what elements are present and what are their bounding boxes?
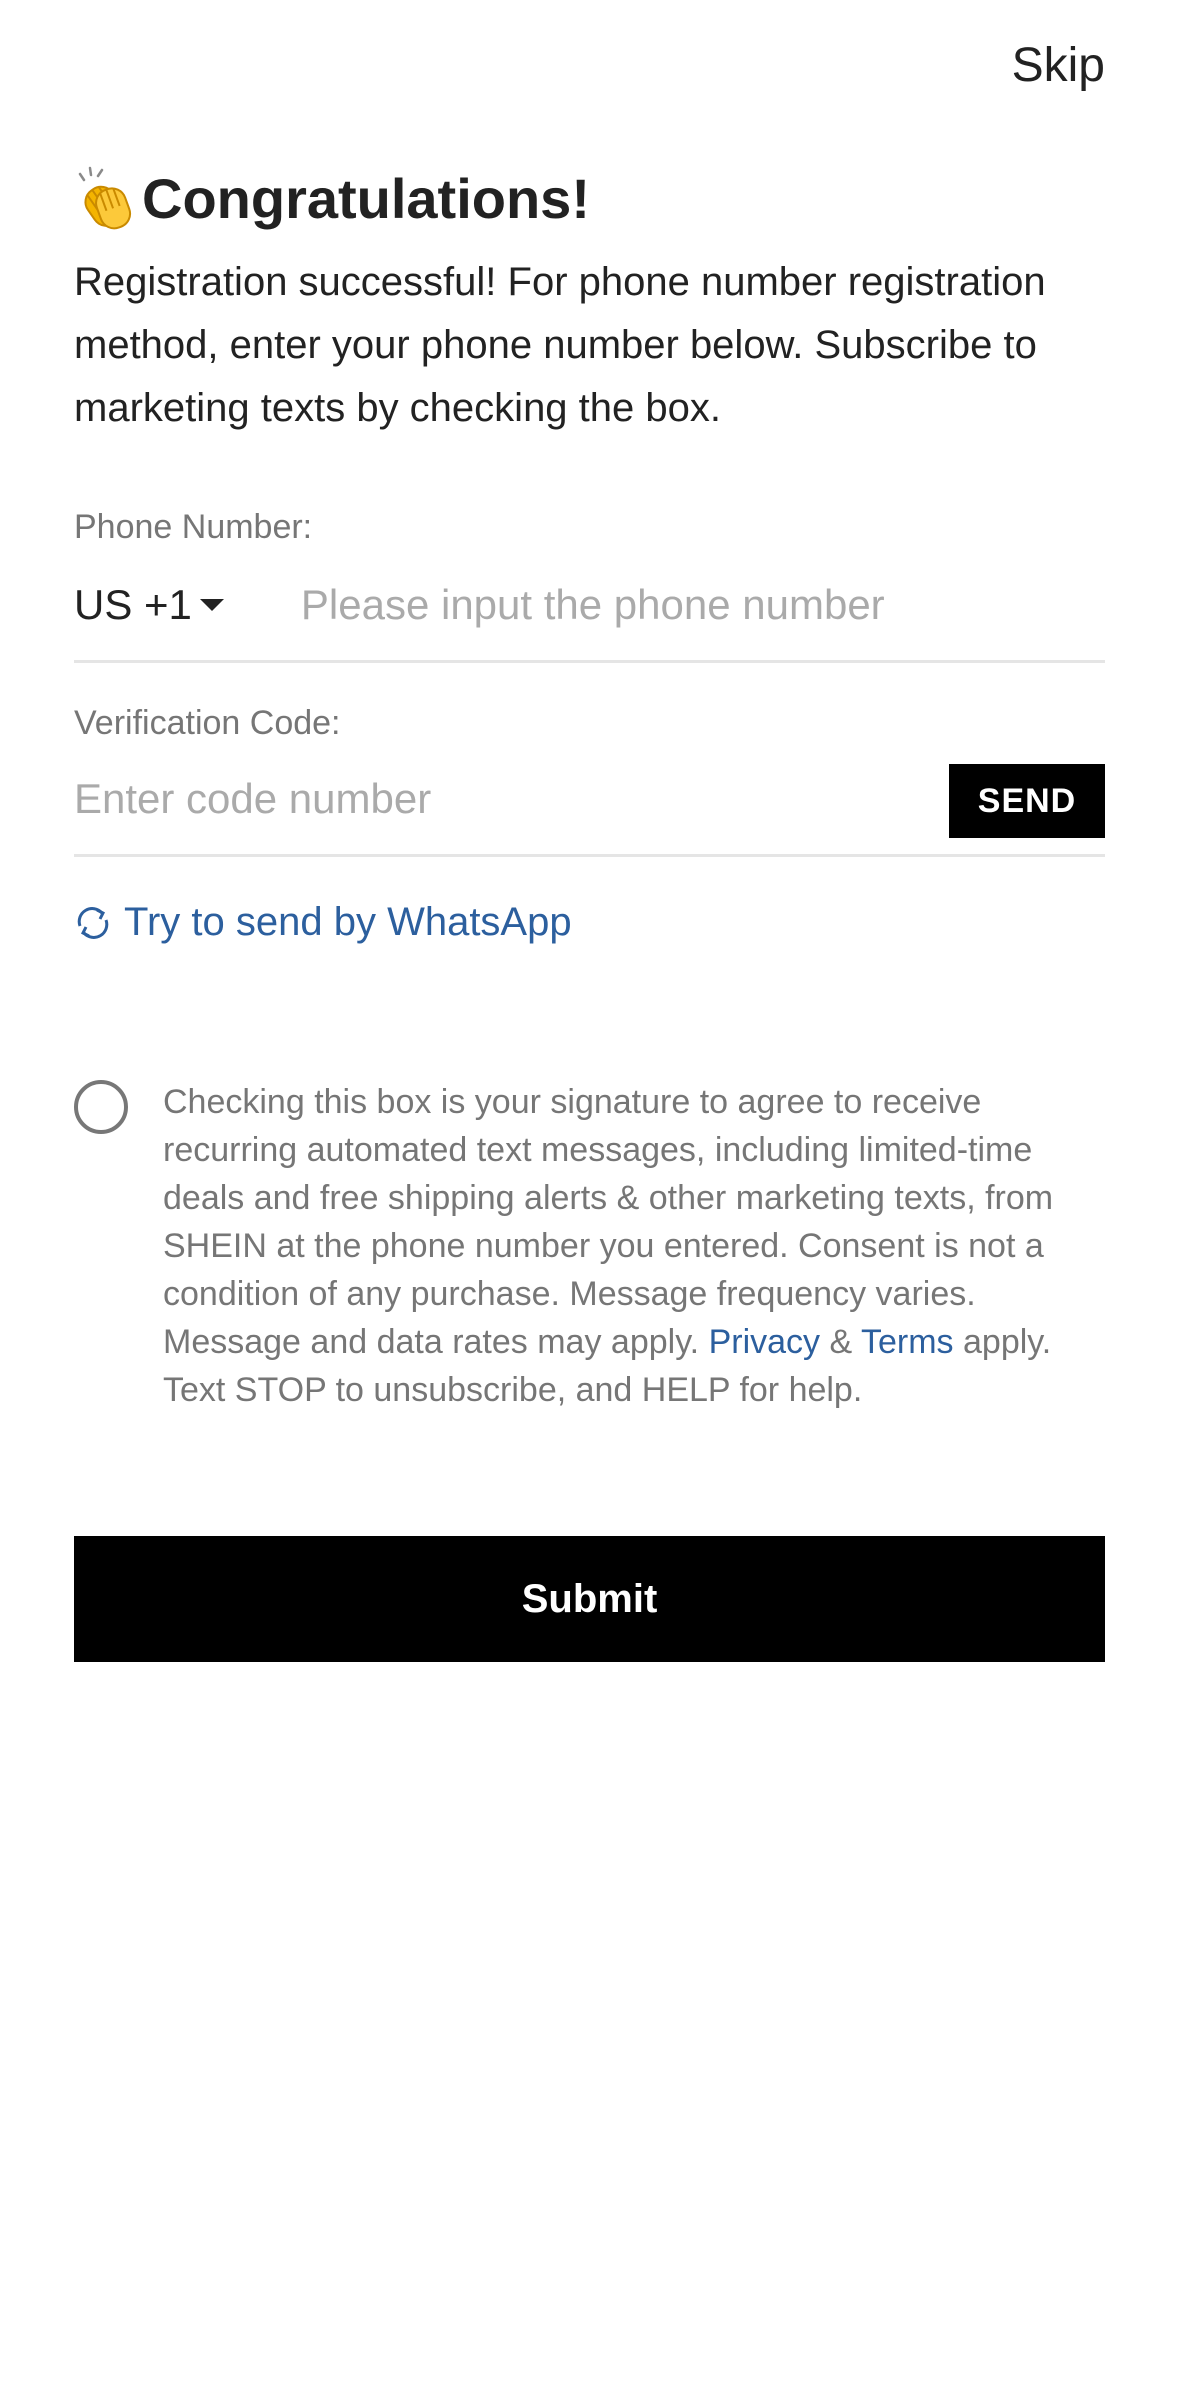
intro-text: Registration successful! For phone numbe…: [74, 260, 1046, 430]
whatsapp-link-label: Try to send by WhatsApp: [124, 900, 572, 944]
verification-code-row: SEND: [74, 764, 1105, 857]
page-title: Congratulations!: [142, 167, 590, 230]
country-code-dropdown[interactable]: US +1: [74, 570, 224, 640]
verification-code-label: Verification Code:: [74, 704, 341, 742]
verification-code-input[interactable]: [74, 764, 924, 834]
chevron-down-icon: [199, 599, 224, 611]
whatsapp-send-link[interactable]: Try to send by WhatsApp: [74, 900, 572, 945]
phone-number-label: Phone Number:: [74, 508, 313, 546]
submit-button[interactable]: Submit: [74, 1536, 1105, 1662]
phone-row: US +1: [74, 570, 1105, 663]
terms-link[interactable]: Terms: [861, 1323, 954, 1361]
title-row: Congratulations!: [74, 166, 590, 232]
consent-checkbox[interactable]: [74, 1080, 128, 1134]
send-code-button[interactable]: SEND: [949, 764, 1105, 838]
clapping-hands-icon: [78, 166, 132, 230]
refresh-icon: [77, 906, 109, 939]
consent-text-body: Checking this box is your signature to a…: [163, 1083, 1054, 1361]
phone-number-input[interactable]: [300, 570, 1081, 640]
privacy-link[interactable]: Privacy: [709, 1323, 820, 1361]
consent-text: Checking this box is your signature to a…: [163, 1078, 1113, 1414]
consent-text-amp: &: [820, 1323, 861, 1361]
skip-button[interactable]: Skip: [1012, 38, 1105, 93]
country-code-value: US +1: [74, 581, 192, 628]
